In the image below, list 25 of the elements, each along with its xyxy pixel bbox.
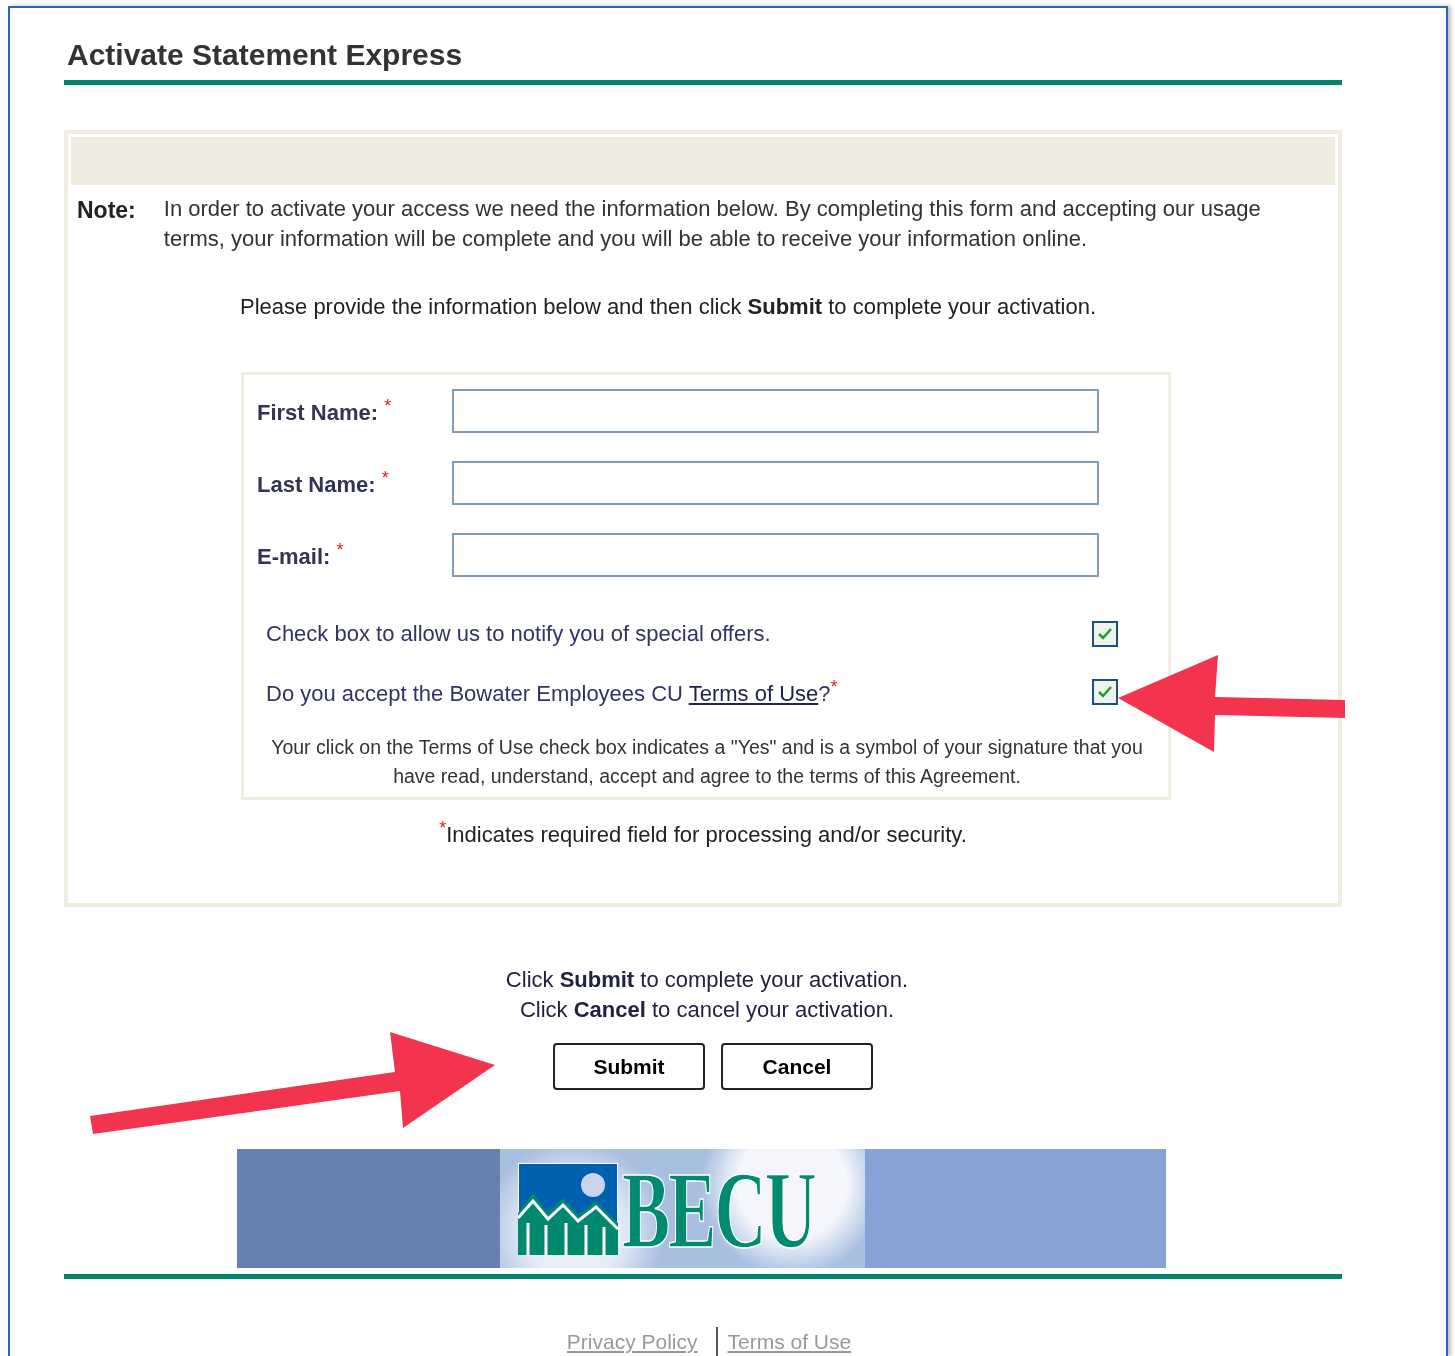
checkbox[interactable] (1092, 621, 1118, 647)
checkbox-label: Check box to allow us to notify you of special offers. (266, 621, 771, 647)
terms-link[interactable]: Terms of Use (688, 681, 819, 707)
checkbox[interactable] (1092, 679, 1118, 705)
input-field[interactable] (452, 389, 1099, 433)
instruction-text: Please provide the information below and then click Submit to complete your activation. (239, 294, 1097, 320)
check-icon (1097, 627, 1113, 641)
required-note: $^{*}$Indicates required field for processing and/or security. (438, 818, 968, 849)
check-icon (1097, 685, 1113, 699)
checkbox-label: Do you accept the Bowater Employees CU Terms of Use?$^{*}$ (266, 676, 838, 708)
field-label: Last Name: $^{*}$ (257, 467, 390, 499)
field-label: E-mail: $^{*}$ (257, 539, 345, 571)
input-field[interactable] (452, 461, 1099, 505)
submit-button[interactable]: Submit (553, 1043, 705, 1090)
terms-note: Your click on the Terms of Use check box indicates a "Yes" and is a symbol of your signature that you have read, understand, accept and agree to the terms of this Agreement. (270, 735, 1144, 789)
note-label: Note: (77, 196, 136, 225)
action-text: Click Cancel to cancel your activation. (519, 996, 895, 1024)
action-text: Click Submit to complete your activation. (505, 966, 909, 994)
field-label: First Name: $^{*}$ (257, 395, 393, 427)
note-text: In order to activate your access we need the information below. By completing this form and accepting our usage terms, your information will be complete and you will be able to receive your information online. (163, 195, 1262, 253)
page-title: Activate Statement Express (67, 38, 464, 72)
logo-icon (518, 1162, 618, 1255)
cancel-button[interactable]: Cancel (721, 1043, 873, 1090)
logo-text: BECU (622, 1153, 815, 1264)
input-field[interactable] (452, 533, 1099, 577)
